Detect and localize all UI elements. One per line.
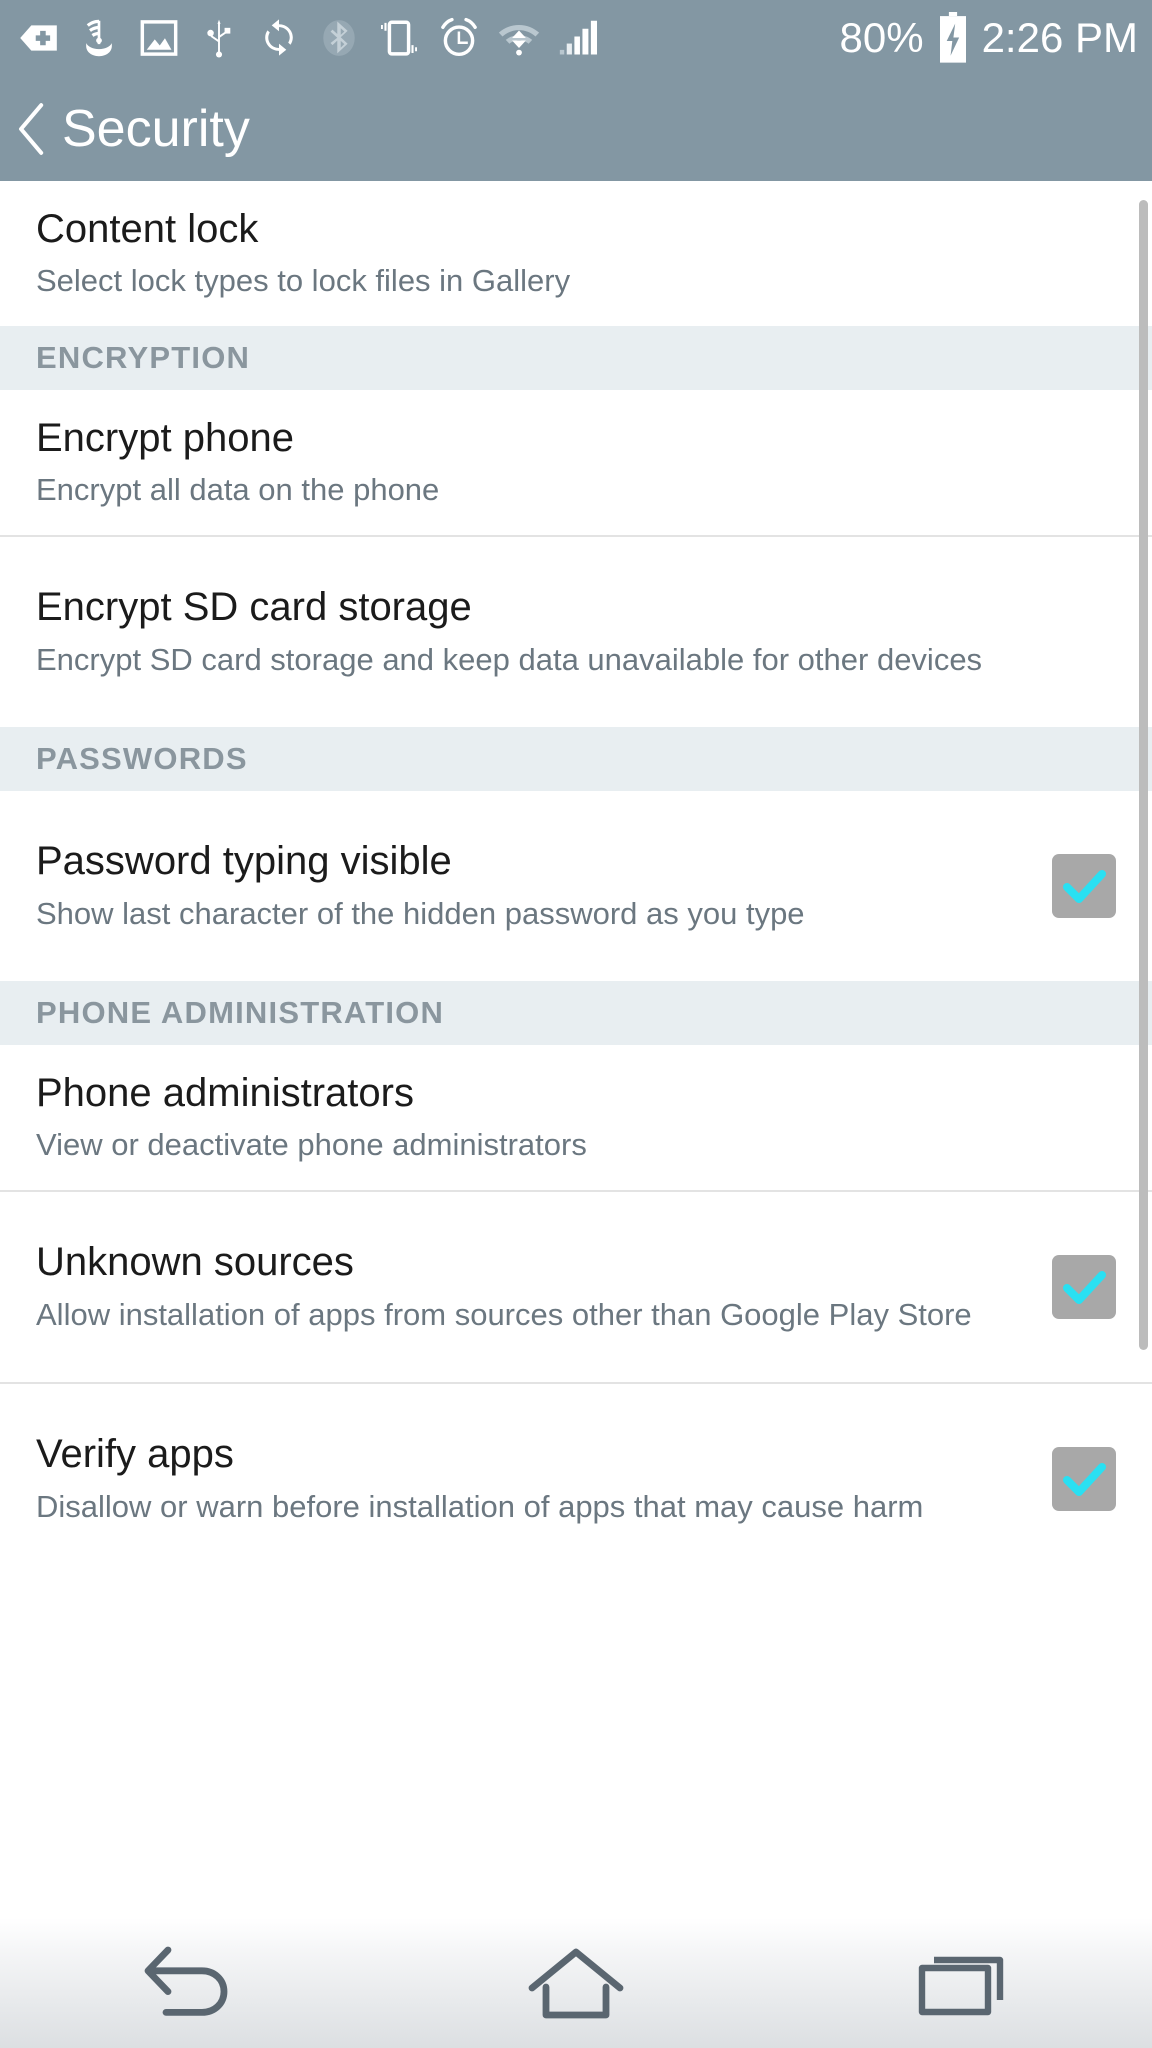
list-item-title: Phone administrators	[36, 1070, 414, 1115]
list-item-title: Verify apps	[36, 1432, 234, 1477]
scrollbar-thumb[interactable]	[1139, 200, 1148, 1350]
list-item-password-typing-visible[interactable]: Password typing visible Show last charact…	[0, 791, 1152, 981]
nav-home-button[interactable]	[384, 1944, 768, 2022]
page-title: Security	[62, 99, 250, 158]
check-icon	[1063, 1271, 1106, 1304]
list-item-subtitle: Encrypt SD card storage and keep data un…	[36, 641, 983, 677]
clock-label: 2:26 PM	[981, 14, 1138, 61]
action-bar: Security	[0, 76, 1152, 181]
list-item-title: Password typing visible	[36, 839, 452, 884]
status-bar-notification-icons	[16, 15, 602, 61]
section-header-label: PHONE ADMINISTRATION	[36, 995, 445, 1030]
bluetooth-icon	[323, 20, 355, 56]
alarm-icon	[441, 17, 477, 57]
list-item-text: Phone administrators View or deactivate p…	[36, 1071, 1116, 1164]
list-item-verify-apps[interactable]: Verify apps Disallow or warn before insta…	[0, 1384, 1152, 1574]
checkbox-verify-apps[interactable]	[1052, 1447, 1116, 1511]
list-item-text: Encrypt SD card storage Encrypt SD card s…	[36, 585, 1116, 678]
settings-list[interactable]: Content lock Select lock types to lock fi…	[0, 181, 1152, 1918]
cellular-signal-icon	[559, 20, 598, 55]
battery-percent-label: 80%	[839, 14, 924, 61]
android-settings-screen: 80% 2:26 PM Security Content lock Select …	[0, 0, 1152, 2048]
section-header-encryption: ENCRYPTION	[0, 326, 1152, 390]
list-item-subtitle: Show last character of the hidden passwo…	[36, 895, 805, 931]
medical-plus-tag-icon	[20, 25, 57, 51]
recent-apps-icon	[918, 1956, 1004, 2016]
chevron-left-icon[interactable]	[10, 99, 54, 159]
list-item-text: Unknown sources Allow installation of app…	[36, 1240, 1042, 1333]
list-item-encrypt-sd-card-storage[interactable]: Encrypt SD card storage Encrypt SD card s…	[0, 537, 1152, 727]
list-item-encrypt-phone[interactable]: Encrypt phone Encrypt all data on the pho…	[0, 390, 1152, 535]
list-item-subtitle: Select lock types to lock files in Galle…	[36, 263, 571, 299]
wifi-calling-icon	[86, 19, 112, 57]
list-item-subtitle: Disallow or warn before installation of …	[36, 1488, 924, 1524]
section-header-passwords: PASSWORDS	[0, 727, 1152, 791]
screenshot-image-icon	[140, 20, 178, 56]
list-item-title: Encrypt phone	[36, 415, 294, 460]
list-item-text: Verify apps Disallow or warn before insta…	[36, 1432, 1042, 1525]
wifi-icon	[498, 24, 540, 56]
usb-icon	[207, 19, 231, 58]
vibrate-icon	[380, 20, 418, 56]
section-header-label: ENCRYPTION	[36, 340, 251, 375]
list-item-content-lock[interactable]: Content lock Select lock types to lock fi…	[0, 181, 1152, 326]
checkbox-unknown-sources[interactable]	[1052, 1255, 1116, 1319]
list-item-phone-administrators[interactable]: Phone administrators View or deactivate p…	[0, 1045, 1152, 1190]
check-icon	[1063, 1463, 1106, 1496]
list-item-unknown-sources[interactable]: Unknown sources Allow installation of app…	[0, 1192, 1152, 1382]
section-header-label: PASSWORDS	[36, 741, 248, 776]
list-item-title: Content lock	[36, 206, 259, 251]
nav-back-button[interactable]	[0, 1944, 384, 2022]
list-item-text: Password typing visible Show last charact…	[36, 839, 1042, 932]
list-item-subtitle: View or deactivate phone administrators	[36, 1127, 587, 1163]
list-item-subtitle: Allow installation of apps from sources …	[36, 1296, 972, 1332]
battery-charging-icon	[939, 12, 966, 63]
list-item-title: Encrypt SD card storage	[36, 585, 472, 630]
back-arrow-icon	[144, 1946, 228, 2016]
check-icon	[1063, 870, 1106, 903]
list-item-subtitle: Encrypt all data on the phone	[36, 472, 440, 508]
nav-recents-button[interactable]	[768, 1944, 1152, 2022]
sync-icon	[265, 19, 293, 56]
list-item-text: Encrypt phone Encrypt all data on the pho…	[36, 416, 1116, 509]
status-bar: 80% 2:26 PM	[0, 0, 1152, 76]
checkbox-password-typing-visible[interactable]	[1052, 854, 1116, 918]
status-bar-system-icons: 80% 2:26 PM	[840, 12, 1138, 64]
list-item-title: Unknown sources	[36, 1240, 354, 1285]
home-icon	[528, 1948, 624, 2019]
section-header-phone-administration: PHONE ADMINISTRATION	[0, 981, 1152, 1045]
list-item-text: Content lock Select lock types to lock fi…	[36, 207, 1116, 300]
scrollbar[interactable]	[1139, 181, 1148, 1918]
system-navigation-bar	[0, 1918, 1152, 2048]
